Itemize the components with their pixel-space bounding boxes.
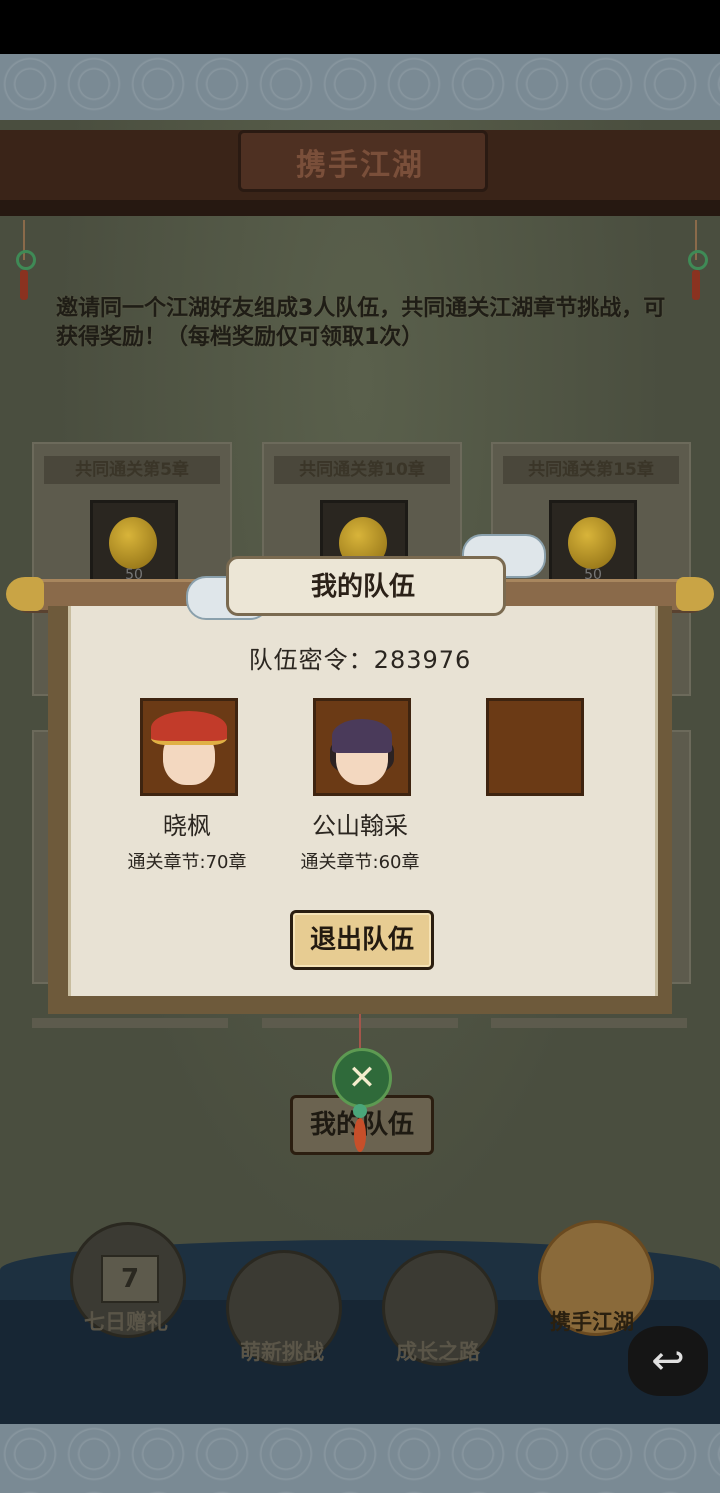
reward-card-title: 共同通关第15章 bbox=[503, 456, 679, 484]
reward-item-slot[interactable]: 50 bbox=[549, 500, 637, 588]
team-passcode: 队伍密令：283976 bbox=[248, 646, 472, 674]
back-arrow-icon[interactable]: ↩ bbox=[628, 1326, 708, 1396]
member-avatar-2[interactable] bbox=[313, 698, 411, 796]
jade-bead-icon bbox=[353, 1104, 367, 1118]
tassel-icon bbox=[354, 1118, 366, 1152]
member-avatar-1[interactable] bbox=[140, 698, 238, 796]
close-icon[interactable]: ✕ bbox=[332, 1048, 392, 1108]
red-hat-icon bbox=[151, 711, 227, 745]
scroll-rod-cap-right bbox=[676, 577, 714, 611]
status-bar bbox=[0, 0, 720, 54]
member-slot-empty[interactable] bbox=[486, 698, 584, 796]
right-hanging-ornament-icon bbox=[688, 220, 708, 300]
avatar-hair-top bbox=[332, 719, 392, 753]
member-chapters-1: 通关章节:70章 bbox=[127, 852, 247, 873]
left-hanging-ornament-icon bbox=[16, 220, 36, 300]
reward-card-row3-right bbox=[491, 1018, 687, 1028]
leave-team-button[interactable]: 退出队伍 bbox=[290, 910, 434, 970]
reward-item-slot[interactable]: 50 bbox=[90, 500, 178, 588]
member-name-1: 晓枫 bbox=[163, 812, 211, 840]
gourd-icon bbox=[568, 517, 616, 569]
bottom-pattern-band bbox=[0, 1424, 720, 1493]
event-description: 邀请同一个江湖好友组成3人队伍，共同通关江湖章节挑战，可获得奖励！（每档奖励仅可… bbox=[56, 296, 666, 350]
reward-card-title: 共同通关第10章 bbox=[274, 456, 450, 484]
reward-card-row3-left bbox=[32, 1018, 228, 1028]
team-modal-title: 我的队伍 bbox=[310, 572, 415, 602]
scroll-rod-cap-left bbox=[6, 577, 44, 611]
member-chapters-2: 通关章节:60章 bbox=[300, 852, 420, 873]
page-title: 携手江湖 bbox=[296, 148, 424, 183]
top-pattern-band bbox=[0, 54, 720, 120]
gift-box-icon: 7 bbox=[101, 1255, 159, 1303]
nav-label-seven-day-gift: 七日赠礼 bbox=[84, 1310, 168, 1334]
gourd-icon bbox=[109, 517, 157, 569]
reward-card-title: 共同通关第5章 bbox=[44, 456, 220, 484]
header-shadow bbox=[0, 200, 720, 216]
member-name-2: 公山翰采 bbox=[312, 812, 408, 840]
nav-label-growth-path: 成长之路 bbox=[396, 1340, 480, 1364]
nav-label-newbie-challenge: 萌新挑战 bbox=[240, 1340, 324, 1364]
